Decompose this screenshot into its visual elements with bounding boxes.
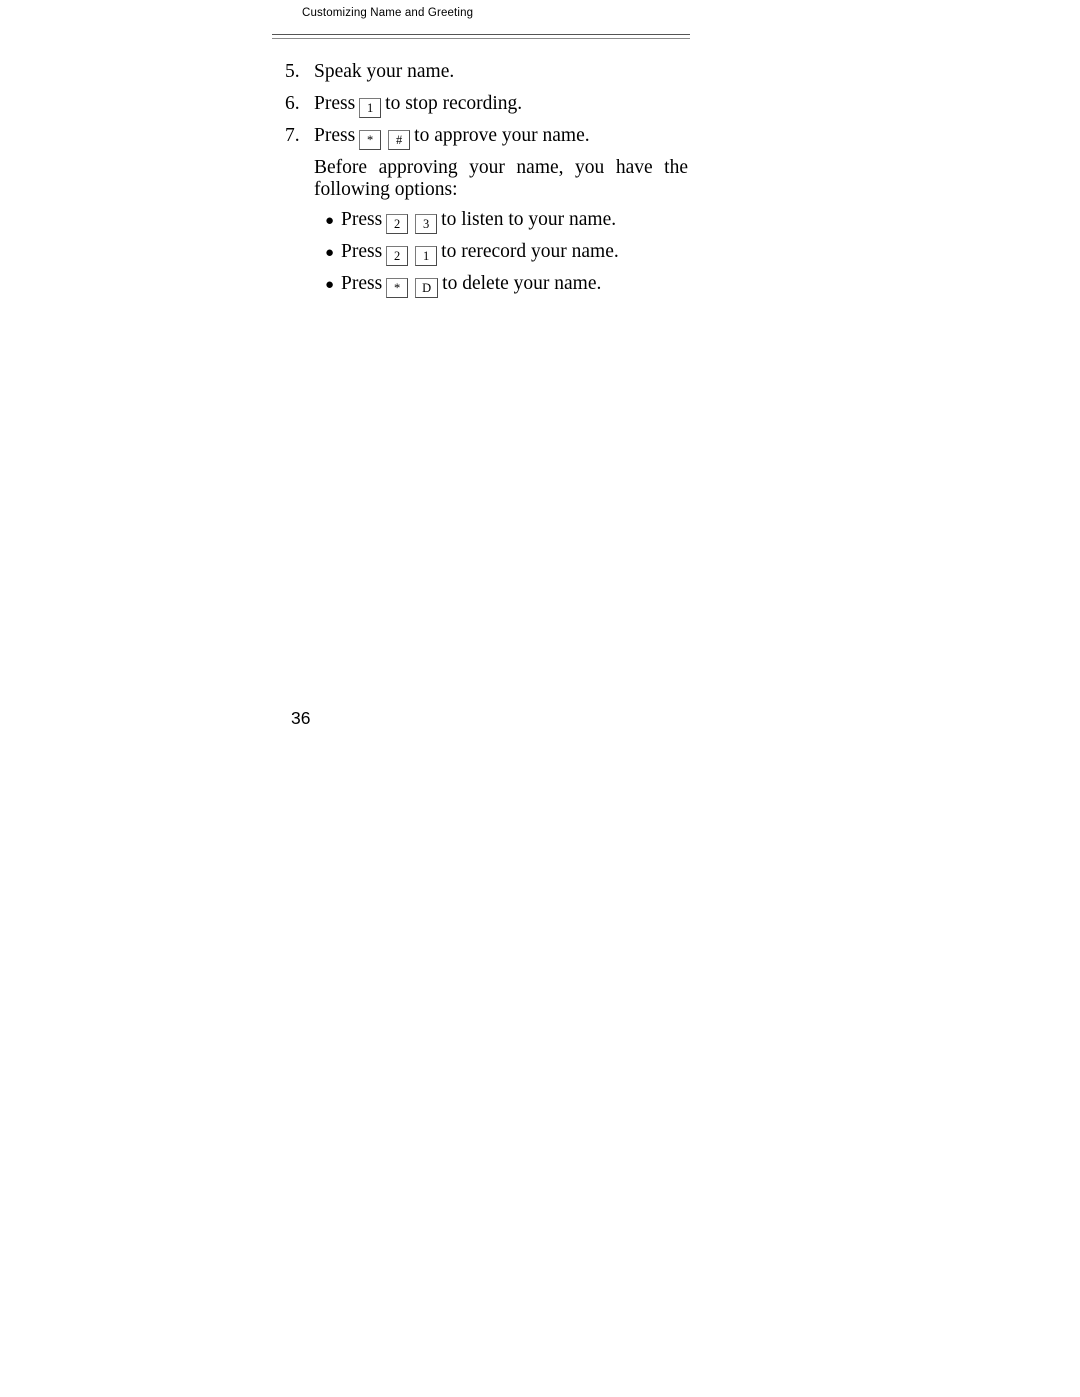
running-header-title: Customizing Name and Greeting	[302, 7, 474, 19]
keycap-d[interactable]: D	[415, 278, 439, 298]
bullet-icon: ●	[325, 213, 335, 229]
keycap-3[interactable]: 3	[415, 214, 438, 234]
option-trail-text: to rerecord your name.	[441, 241, 619, 262]
keycap-1[interactable]: 1	[359, 98, 382, 118]
note-line-1: Before approving your name, you have the	[314, 157, 688, 178]
numbered-step-5: 5. Speak your name.	[285, 61, 690, 83]
numbered-step-7: 7. Press * # to approve your name.	[285, 125, 690, 150]
option-trail-text: to delete your name.	[442, 273, 602, 294]
numbered-step-6: 6. Press 1 to stop recording.	[285, 93, 690, 118]
keycap-2[interactable]: 2	[386, 246, 409, 266]
step-text: Speak your name.	[314, 61, 455, 82]
step-number: 5.	[285, 61, 300, 82]
option-lead-text: Press	[341, 273, 383, 294]
note-line-2: following options:	[314, 179, 458, 200]
step-text: Press * # to approve your name.	[314, 125, 690, 150]
step-trail-text: to approve your name.	[414, 125, 590, 146]
step-text: Press 1 to stop recording.	[314, 93, 690, 118]
keycap-star[interactable]: *	[359, 130, 382, 150]
option-item-delete: ● Press * Dto delete your name.	[325, 273, 685, 298]
bullet-icon: ●	[325, 277, 335, 293]
header-rule-line-top	[272, 34, 690, 35]
step-lead-text: Press	[314, 125, 356, 146]
keycap-2[interactable]: 2	[386, 214, 409, 234]
header-double-rule	[272, 34, 690, 40]
option-item-listen: ● Press 2 3 to listen to your name.	[325, 209, 685, 234]
option-lead-text: Press	[341, 241, 383, 262]
keycap-pound[interactable]: #	[388, 130, 411, 150]
page-number: 36	[291, 708, 311, 728]
step-lead-text: Press	[314, 93, 356, 114]
keycap-1[interactable]: 1	[415, 246, 438, 266]
note-paragraph: Before approving your name, you have the…	[314, 157, 688, 201]
option-lead-text: Press	[341, 209, 383, 230]
step-number: 6.	[285, 93, 300, 114]
keycap-star[interactable]: *	[386, 278, 409, 298]
bullet-icon: ●	[325, 245, 335, 261]
option-trail-text: to listen to your name.	[441, 209, 617, 230]
option-item-rerecord: ● Press 2 1 to rerecord your name.	[325, 241, 685, 266]
step-trail-text: to stop recording.	[385, 93, 523, 114]
header-rule-line-bottom	[272, 38, 690, 39]
step-number: 7.	[285, 125, 300, 146]
